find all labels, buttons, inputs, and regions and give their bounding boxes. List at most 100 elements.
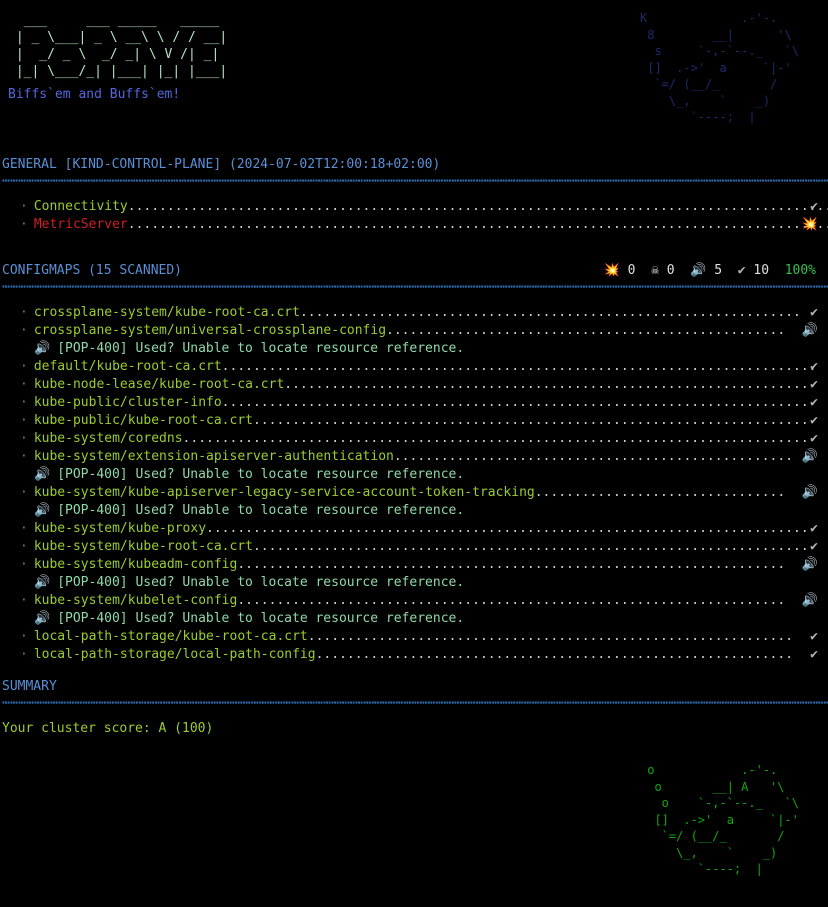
- summary-title: SUMMARY: [0, 678, 828, 696]
- bullet-icon: ·: [20, 217, 28, 232]
- tagline: Biffs`em and Buffs`em!: [8, 86, 180, 103]
- leader-dots: ........................................…: [308, 629, 793, 644]
- scan-item-row[interactable]: · kube-system/coredns....................…: [0, 430, 828, 448]
- leader-dots: ........................................…: [183, 431, 809, 446]
- scan-item-status-check-icon: ✔: [810, 198, 818, 216]
- scan-item-name: crossplane-system/universal-crossplane-c…: [34, 323, 386, 338]
- speaker-icon: 🔊: [34, 341, 50, 356]
- scan-item-message: 🔊[POP-400] Used? Unable to locate resour…: [0, 340, 828, 358]
- scan-item-message: 🔊 [POP-400] Used? Unable to locate resour…: [0, 502, 828, 520]
- leader-dots: ........................................…: [284, 377, 808, 392]
- scan-item-message-text: [POP-400] Used? Unable to locate resourc…: [57, 611, 464, 626]
- bullet-icon: ·: [20, 359, 28, 374]
- scan-item-row[interactable]: · kube-public/cluster-info...............…: [0, 394, 828, 412]
- bullet-icon: ·: [20, 199, 28, 214]
- scan-item-row[interactable]: ·kube-system/kubelet-config.............…: [0, 592, 828, 610]
- scan-item-status-check-icon: ✔: [810, 304, 818, 322]
- bullet-icon: ·: [20, 629, 28, 644]
- scan-item-row[interactable]: · kube-system/kube-root-ca.crt...........…: [0, 538, 828, 556]
- scan-item-status-speaker-icon: 🔊: [802, 484, 818, 502]
- scan-item-name: MetricServer: [34, 217, 128, 232]
- section-separator: ┅┅┅┅┅┅┅┅┅┅┅┅┅┅┅┅┅┅┅┅┅┅┅┅┅┅┅┅┅┅┅┅┅┅┅┅┅┅┅┅…: [0, 280, 828, 295]
- scan-item-status-check-icon: ✔: [810, 394, 818, 412]
- section-separator: ┅┅┅┅┅┅┅┅┅┅┅┅┅┅┅┅┅┅┅┅┅┅┅┅┅┅┅┅┅┅┅┅┅┅┅┅┅┅┅┅…: [0, 174, 828, 189]
- bullet-icon: ·: [20, 431, 28, 446]
- bullet-icon: ·: [20, 305, 28, 320]
- leader-dots: ........................................…: [128, 217, 828, 232]
- bullet-icon: ·: [20, 593, 28, 608]
- section-header-row: CONFIGMAPS (15 SCANNED) 💥 0 ☠ 0 🔊 5 ✔ 10 …: [0, 262, 828, 280]
- leader-dots: ........................................…: [206, 521, 809, 536]
- scan-item-name: crossplane-system/kube-root-ca.crt: [34, 305, 300, 320]
- scan-item-name: kube-public/cluster-info: [34, 395, 222, 410]
- scan-item-row[interactable]: ·kube-system/kube-proxy.................…: [0, 520, 828, 538]
- scan-item-row[interactable]: · kube-public/kube-root-ca.crt...........…: [0, 412, 828, 430]
- scan-item-row[interactable]: ·kube-system/extension-apiserver-authent…: [0, 448, 828, 466]
- leader-dots: ................................: [535, 485, 785, 500]
- scan-item-status-speaker-icon: 🔊: [802, 322, 818, 340]
- scan-item-status-speaker-icon: 🔊: [802, 556, 818, 574]
- bullet-icon: ·: [20, 539, 28, 554]
- section-items: · Connectivity...........................…: [0, 189, 828, 234]
- scan-item-message-text: [POP-400] Used? Unable to locate resourc…: [57, 503, 464, 518]
- scan-item-row[interactable]: ·local-path-storage/kube-root-ca.crt....…: [0, 628, 828, 646]
- scan-item-row[interactable]: ·crossplane-system/kube-root-ca.crt.....…: [0, 304, 828, 322]
- section-configmaps: CONFIGMAPS (15 SCANNED) 💥 0 ☠ 0 🔊 5 ✔ 10 …: [0, 234, 828, 664]
- scan-item-row[interactable]: · MetricServer...........................…: [0, 216, 828, 234]
- speaker-icon: 🔊: [34, 503, 50, 518]
- badge-score-percent: 100%: [785, 263, 816, 278]
- scan-item-row[interactable]: ·kube-node-lease/kube-root-ca.crt.......…: [0, 376, 828, 394]
- sections-container: GENERAL [KIND-CONTROL-PLANE] (2024-07-02…: [0, 148, 828, 664]
- bullet-icon: ·: [20, 395, 28, 410]
- scan-item-status-check-icon: ✔: [810, 412, 818, 430]
- leader-dots: ........................................…: [128, 199, 828, 214]
- leader-dots: ........................................…: [253, 539, 809, 554]
- badge-danger-icon: ☠: [651, 263, 659, 278]
- scan-item-status-check-icon: ✔: [810, 430, 818, 448]
- scan-item-row[interactable]: · kube-system/kube-apiserver-legacy-servi…: [0, 484, 828, 502]
- scan-item-message-text: [POP-400] Used? Unable to locate resourc…: [57, 467, 464, 482]
- section-score-badges: 💥 0 ☠ 0 🔊 5 ✔ 10 100%: [604, 262, 816, 280]
- scan-item-name: kube-system/kube-apiserver-legacy-servic…: [34, 485, 535, 500]
- leader-dots: ........................................…: [237, 557, 785, 572]
- bullet-icon: ·: [20, 413, 28, 428]
- scan-item-status-check-icon: ✔: [810, 358, 818, 376]
- scan-item-status-speaker-icon: 🔊: [802, 448, 818, 466]
- scan-item-name: kube-system/extension-apiserver-authenti…: [34, 449, 394, 464]
- scan-item-message: 🔊[POP-400] Used? Unable to locate resour…: [0, 610, 828, 628]
- section-general: GENERAL [KIND-CONTROL-PLANE] (2024-07-02…: [0, 148, 828, 234]
- section-title-configmaps: CONFIGMAPS (15 SCANNED): [0, 262, 182, 280]
- badge-error-count: 0: [620, 263, 651, 278]
- bullet-icon: ·: [20, 485, 28, 500]
- leader-dots: ........................................…: [222, 395, 809, 410]
- scan-item-name: kube-system/kube-root-ca.crt: [34, 539, 253, 554]
- scan-item-status-check-icon: ✔: [810, 538, 818, 556]
- leader-dots: ........................................…: [253, 413, 809, 428]
- scan-item-status-check-icon: ✔: [810, 628, 818, 646]
- scan-item-name: Connectivity: [34, 199, 128, 214]
- speaker-icon: 🔊: [34, 467, 50, 482]
- summary-section: SUMMARY ┅┅┅┅┅┅┅┅┅┅┅┅┅┅┅┅┅┅┅┅┅┅┅┅┅┅┅┅┅┅┅┅…: [0, 664, 828, 738]
- scan-item-name: kube-system/kubeadm-config: [34, 557, 238, 572]
- scan-item-name: kube-system/kubelet-config: [34, 593, 238, 608]
- scan-item-message: 🔊 [POP-400] Used? Unable to locate resour…: [0, 466, 828, 484]
- scan-item-status-boom-icon: 💥: [802, 216, 818, 234]
- banner: ___ ___ _____ _____ | _ \___| _ \ __\ \ …: [0, 0, 828, 148]
- speaker-icon: 🔊: [34, 575, 50, 590]
- leader-dots: ........................................…: [222, 359, 817, 374]
- scan-item-name: kube-system/coredns: [34, 431, 183, 446]
- bullet-icon: ·: [20, 377, 28, 392]
- badge-error-icon: 💥: [604, 263, 620, 278]
- bullet-icon: ·: [20, 521, 28, 536]
- scan-item-row[interactable]: ·default/kube-root-ca.crt...............…: [0, 358, 828, 376]
- scan-item-row[interactable]: ·crossplane-system/universal-crossplane-…: [0, 322, 828, 340]
- scan-item-row[interactable]: ·local-path-storage/local-path-config...…: [0, 646, 828, 664]
- mascot-bottom-ascii: o .-'-. o __| A '\ o `-,-`--._ `\ [] .->…: [640, 762, 799, 878]
- scan-item-name: local-path-storage/local-path-config: [34, 647, 316, 662]
- scan-item-row[interactable]: · Connectivity...........................…: [0, 198, 828, 216]
- scan-item-row[interactable]: ·kube-system/kubeadm-config.............…: [0, 556, 828, 574]
- scan-item-name: kube-public/kube-root-ca.crt: [34, 413, 253, 428]
- scan-item-message: 🔊[POP-400] Used? Unable to locate resour…: [0, 574, 828, 592]
- summary-separator: ┅┅┅┅┅┅┅┅┅┅┅┅┅┅┅┅┅┅┅┅┅┅┅┅┅┅┅┅┅┅┅┅┅┅┅┅┅┅┅┅…: [0, 696, 828, 711]
- scan-item-status-check-icon: ✔: [810, 520, 818, 538]
